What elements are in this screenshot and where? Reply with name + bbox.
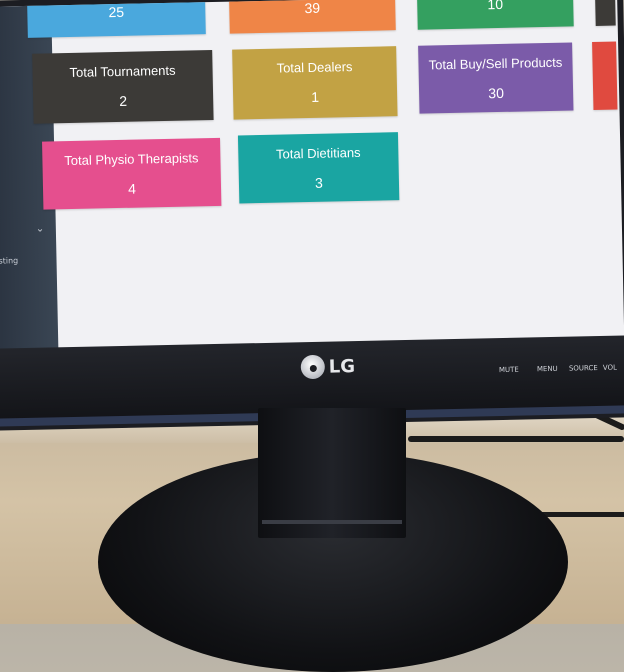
stat-card-value: 3: [314, 174, 324, 191]
stat-card-tournaments[interactable]: Total Tournaments 2: [32, 50, 214, 124]
lg-logo: LG: [300, 353, 356, 380]
lg-face-icon: [300, 354, 326, 380]
stat-card-3[interactable]: 10: [416, 0, 574, 30]
chevron-down-icon[interactable]: ⌄: [36, 224, 45, 235]
stat-card-label: Total Tournaments: [69, 62, 176, 80]
menu-button[interactable]: MENU: [537, 365, 558, 373]
stat-card-2[interactable]: 39: [228, 0, 396, 34]
cable: [540, 512, 624, 517]
stat-card-value: 1: [311, 88, 320, 105]
stat-card-1[interactable]: 25: [26, 0, 206, 38]
source-button[interactable]: SOURCE: [569, 364, 598, 373]
stat-card-value: 39: [304, 0, 321, 17]
stat-card-label: Total Physio Therapists: [64, 150, 199, 169]
volume-button[interactable]: VOL: [603, 364, 617, 372]
stat-card-dietitians[interactable]: Total Dietitians 3: [237, 132, 400, 204]
stat-card-partial[interactable]: [594, 0, 616, 26]
mute-button[interactable]: MUTE: [499, 366, 519, 374]
stat-card-physio-therapists[interactable]: Total Physio Therapists 4: [42, 137, 222, 210]
stat-card-partial[interactable]: [592, 41, 618, 111]
cable: [408, 436, 624, 442]
stat-card-dealers[interactable]: Total Dealers 1: [232, 46, 398, 120]
stat-card-label: Total Dietitians: [275, 144, 361, 162]
brand-text: LG: [328, 355, 356, 378]
stand-highlight: [262, 520, 402, 524]
stat-card-value: 10: [487, 0, 504, 13]
stat-card-value: 25: [108, 3, 125, 21]
stat-card-value: 4: [127, 180, 137, 197]
monitor-bezel: ⌄ sting 25 39 10 Total Tournaments 2 Tot…: [0, 0, 624, 431]
stat-card-label: Total Dealers: [276, 59, 353, 76]
stat-card-buy-sell-products[interactable]: Total Buy/Sell Products 30: [418, 42, 574, 114]
stat-card-value: 2: [119, 92, 128, 109]
stat-card-label: Total Buy/Sell Products: [428, 54, 563, 73]
stat-card-value: 30: [488, 84, 505, 102]
monitor-stand-neck: [258, 408, 406, 538]
sidebar-item-label[interactable]: sting: [0, 256, 18, 265]
monitor-screen: ⌄ sting 25 39 10 Total Tournaments 2 Tot…: [0, 0, 624, 351]
